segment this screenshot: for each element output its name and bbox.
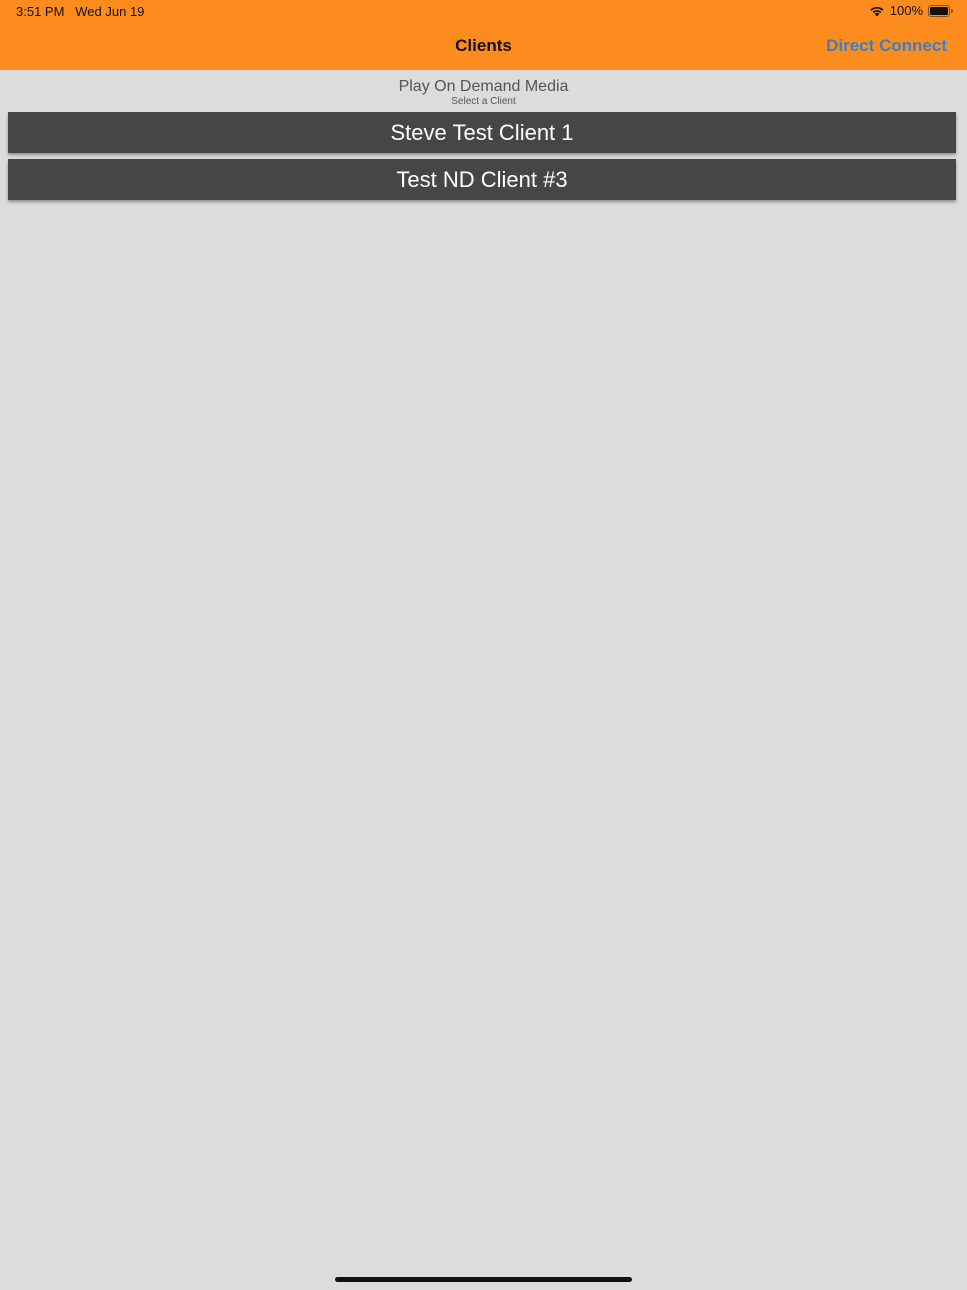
battery-percent: 100% — [889, 3, 923, 18]
wifi-icon — [870, 6, 884, 16]
home-indicator[interactable] — [335, 1277, 632, 1282]
status-date: Wed Jun 19 — [75, 4, 145, 19]
status-time: 3:51 PM — [16, 4, 65, 19]
status-datetime: 3:51 PM Wed Jun 19 — [16, 4, 144, 19]
client-list: Steve Test Client 1 Test ND Client #3 — [8, 112, 956, 206]
status-right: 100% — [869, 3, 953, 18]
battery-icon — [928, 4, 953, 17]
client-button[interactable]: Steve Test Client 1 — [8, 112, 956, 153]
page-subheading: Select a Client — [451, 96, 516, 107]
top-bar: 3:51 PM Wed Jun 19 100% Clients Direct C… — [0, 0, 967, 70]
direct-connect-button[interactable]: Direct Connect — [826, 36, 947, 56]
page-heading: Play On Demand Media — [398, 78, 569, 95]
nav-title: Clients — [455, 36, 512, 55]
client-button[interactable]: Test ND Client #3 — [8, 159, 956, 200]
